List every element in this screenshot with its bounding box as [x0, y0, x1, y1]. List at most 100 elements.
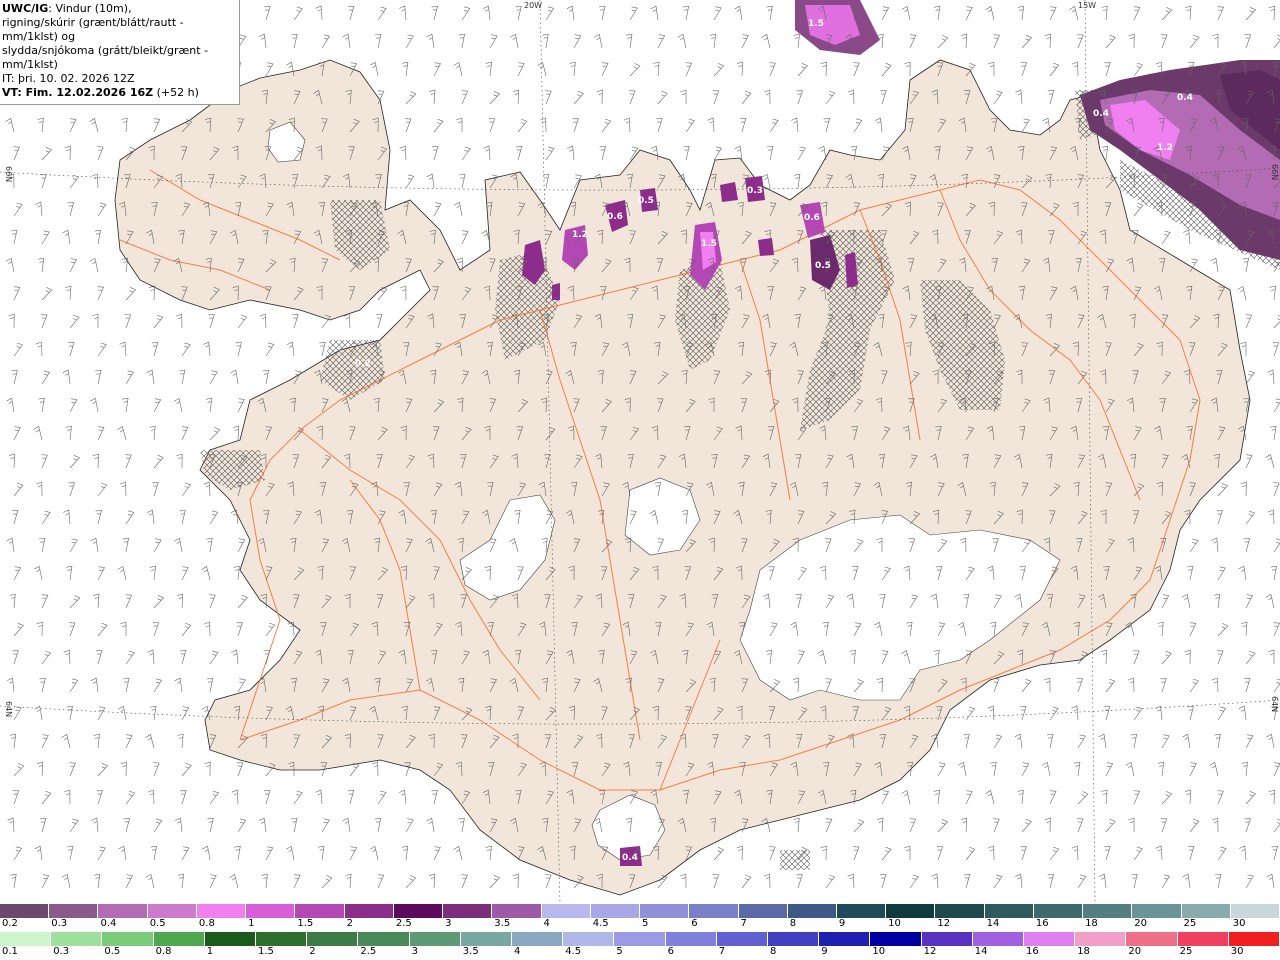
legend_snow-label: 9 [838, 918, 846, 929]
legend_rain-swatch [204, 932, 257, 946]
legend_rain-swatch [256, 932, 308, 946]
legend_snow-label: 7 [740, 918, 747, 929]
legend_rain-label: 6 [667, 946, 674, 957]
header-line-1-text: : Vindur (10m), [48, 2, 132, 15]
legend_snow-swatch [1181, 904, 1231, 918]
legend_snow-label: 1 [248, 918, 255, 929]
precip-label-north-b: 0.5 [815, 261, 831, 271]
legend_snow-swatch [0, 904, 50, 918]
legend-snow-labels: 0.2 0.3 0.4 0.5 0.8 1 1.5 2 2.5 3 3.5 4 4.5 5 6 7 8 9 10 12… [0, 918, 1280, 930]
legend_rain-swatch [1126, 932, 1178, 946]
legend_rain-label: 20 [1128, 946, 1142, 957]
legend_snow-label: 18 [1085, 918, 1098, 929]
legend_snow-swatch [886, 904, 936, 918]
legend-rain-labels: 0.1 0.3 0.5 0.8 1 1.5 2 2.5 3 3.5 4 4.5 5 6 7 8 9 10 12 14 1… [0, 946, 1280, 958]
header-line-1: UWC/IG: Vindur (10m), [2, 2, 236, 16]
legend_rain-label: 18 [1077, 946, 1090, 957]
legend-rain-swatches [0, 932, 1280, 946]
lon-label-20w: 20W [524, 1, 542, 10]
legend_snow-swatch [1132, 904, 1182, 918]
legend_rain-label: 14 [974, 946, 988, 957]
legend_snow-swatch [836, 904, 887, 918]
header-lead-time: (+52 h) [153, 86, 199, 99]
legend_snow-swatch [196, 904, 247, 918]
legend_rain-swatch [665, 932, 717, 946]
legend_rain-swatch [819, 932, 871, 946]
legend_snow-label: 0.8 [198, 918, 215, 929]
precip-label-ne-b: 0.4 [1177, 93, 1193, 103]
header-line-5: VT: Fim. 12.02.2026 16Z (+52 h) [2, 86, 236, 100]
legend_snow-swatch [738, 904, 788, 918]
legend_rain-label: 0.3 [53, 946, 70, 957]
legend_rain-label: 30 [1230, 946, 1244, 957]
precip-label-north-g: 0.5 [638, 196, 654, 206]
header-init-time: IT: þri. 10. 02. 2026 12Z [2, 72, 135, 85]
legend_rain-label: 7 [718, 946, 726, 957]
legend_snow-swatch [98, 904, 148, 918]
header-line-2: rigning/skúrir (grænt/blátt/rautt - mm/1… [2, 16, 184, 43]
legend_rain-label: 5 [616, 946, 623, 957]
lat-label-64n-left: 64N [4, 701, 13, 717]
legend_rain-swatch [768, 932, 820, 946]
lat-label-66n-right: 66N [1270, 164, 1279, 180]
legend_rain-swatch [409, 932, 461, 946]
legend_rain-label: 0.5 [104, 946, 121, 957]
legend_rain-swatch [0, 932, 52, 946]
weather-map: 20W 15W 66N 66N 64N 64N 1.5 0.4 0.4 1.2 … [0, 0, 1280, 904]
legend_snow-label: 8 [789, 918, 797, 929]
legend_rain-swatch [716, 932, 769, 946]
legend_rain-label: 0.8 [155, 946, 172, 957]
header-model-name: UWC/IG [2, 2, 49, 15]
legend_rain-label: 9 [821, 946, 828, 957]
legend_snow-label: 5 [642, 918, 649, 929]
legend_snow-swatch [935, 904, 985, 918]
legend_snow-swatch [49, 904, 99, 918]
legend_rain-label: 1 [206, 946, 214, 957]
legend_snow-swatch [1033, 904, 1084, 918]
legend_rain-label: 1.5 [258, 946, 274, 957]
header-line-3: slydda/snjókoma (grátt/bleikt/grænt - mm… [2, 44, 209, 71]
precip-label-north-e: 0.3 [747, 186, 763, 196]
lat-label-64n-right: 64N [1270, 696, 1279, 712]
legend_snow-label: 3.5 [494, 918, 511, 929]
legend_rain-label: 8 [770, 946, 777, 957]
legend_snow-swatch [590, 904, 641, 918]
legend_rain-label: 16 [1026, 946, 1039, 957]
legend_snow-label: 3 [445, 918, 452, 929]
legend_rain-swatch [102, 932, 154, 946]
legend_snow-label: 0.3 [51, 918, 68, 929]
precip-label-north-a: 1.5 [701, 239, 717, 249]
legend_snow-swatch [984, 904, 1034, 918]
precip-label-north-f: 0.6 [607, 212, 623, 222]
legend_rain-swatch [614, 932, 666, 946]
legend_snow-swatch [295, 904, 345, 918]
legend_rain-label: 2.5 [360, 946, 377, 957]
legend_snow-swatch [246, 904, 296, 918]
legend_rain-swatch [51, 932, 103, 946]
precip-label-nw-cell: 1.5 [808, 19, 824, 29]
legend_rain-swatch [1024, 932, 1076, 946]
legend_rain-swatch [870, 932, 922, 946]
legend_rain-label: 4 [514, 946, 521, 957]
precip-label-west-a: 0.2 [355, 359, 371, 369]
legend_snow-swatch [1083, 904, 1133, 918]
legend_rain-swatch [1075, 932, 1127, 946]
legend_snow-label: 14 [986, 918, 1000, 929]
legend-rain: 0.1 0.3 0.5 0.8 1 1.5 2 2.5 3 3.5 4 4.5 5 6 7 8 9 10 12 14 1… [0, 932, 1280, 958]
legend_snow-swatch [344, 904, 394, 918]
legend_snow-label: 6 [691, 918, 698, 929]
legend_rain-swatch [153, 932, 205, 946]
legend_snow-swatch [541, 904, 591, 918]
legend_snow-label: 4.5 [592, 918, 609, 929]
legend_rain-swatch [972, 932, 1025, 946]
legend_rain-swatch [921, 932, 973, 946]
legend_rain-swatch [563, 932, 615, 946]
legend_snow-label: 16 [1035, 918, 1049, 929]
legend_rain-label: 4.5 [565, 946, 582, 957]
precip-label-ne-c: 1.2 [1157, 143, 1173, 153]
legend_rain-swatch [1228, 932, 1280, 946]
legend_rain-swatch [512, 932, 564, 946]
legend-snow: 0.2 0.3 0.4 0.5 0.8 1 1.5 2 2.5 3 3.5 4 4.5 5 6 7 8 9 10 12… [0, 904, 1280, 930]
legend_snow-label: 2 [346, 918, 353, 929]
legend_rain-label: 0.1 [2, 946, 18, 957]
